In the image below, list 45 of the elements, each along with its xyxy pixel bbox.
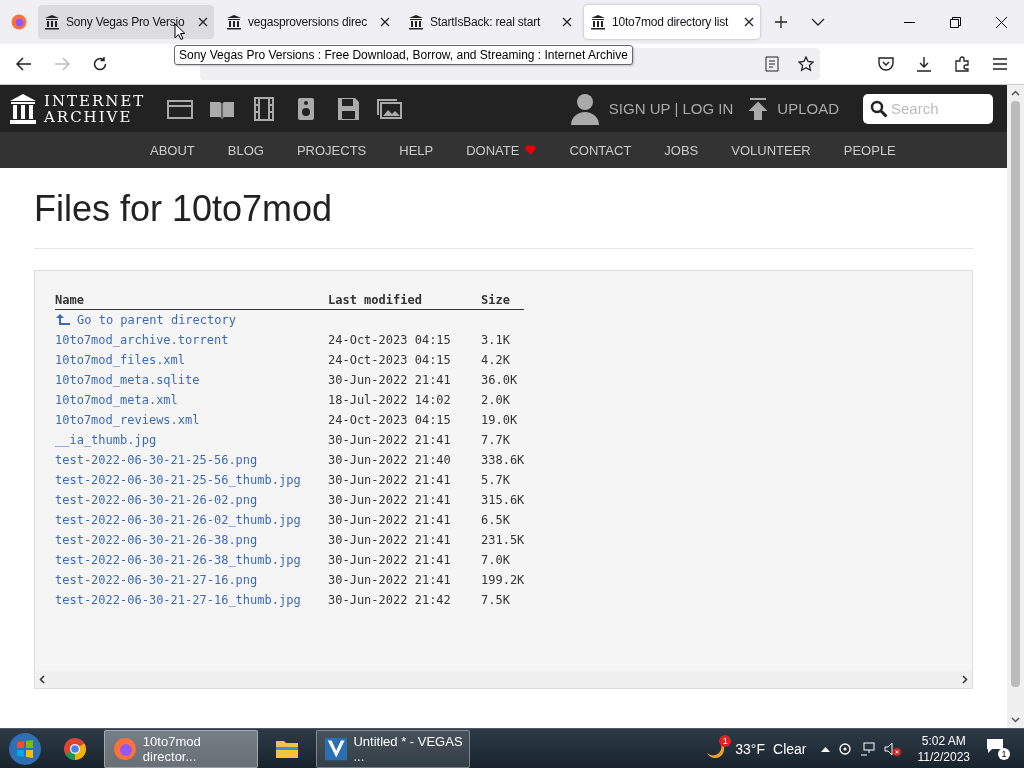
- modified-date: 24-Oct-2023 04:15: [328, 413, 451, 427]
- file-size: 7.7K: [481, 433, 510, 447]
- page-title: Files for 10to7mod: [34, 168, 973, 249]
- tab-title: StartIsBack: real start: [430, 15, 542, 29]
- logo-text: INTERNET: [44, 92, 146, 109]
- tab-tooltip: Sony Vegas Pro Versions : Free Download, Borrow, and Streaming : Internet Archive: [174, 45, 633, 65]
- file-size: 5.7K: [481, 473, 510, 487]
- weather-badge: 1: [719, 734, 732, 747]
- modified-date: 30-Jun-2022 21:41: [328, 473, 451, 487]
- file-size: 315.6K: [481, 493, 525, 507]
- column-header: Size: [481, 293, 510, 307]
- modified-date: 30-Jun-2022 21:41: [328, 373, 451, 387]
- modified-date: 30-Jun-2022 21:41: [328, 553, 451, 567]
- modified-date: 24-Oct-2023 04:15: [328, 333, 451, 347]
- file-size: 2.0K: [481, 393, 510, 407]
- modified-date: 30-Jun-2022 21:41: [328, 513, 451, 527]
- tab-title: 10to7mod directory list: [612, 15, 730, 29]
- file-size: 7.0K: [481, 553, 510, 567]
- modified-date: 30-Jun-2022 21:42: [328, 593, 451, 607]
- weather-condition: Clear: [773, 740, 807, 757]
- file-size: 199.2K: [481, 573, 525, 587]
- file-size: 338.6K: [481, 453, 525, 467]
- modified-date: 30-Jun-2022 21:41: [328, 533, 451, 547]
- file-size: 19.0K: [481, 413, 518, 427]
- temperature: 33°F: [735, 740, 766, 757]
- modified-date: 30-Jun-2022 21:41: [328, 573, 451, 587]
- column-header: Name: [55, 293, 84, 307]
- clock-date: 11/2/2023: [917, 748, 970, 765]
- file-size: 4.2K: [481, 353, 510, 367]
- column-header: Last modified: [328, 293, 422, 307]
- tab-title: Sony Vegas Pro Versio: [66, 15, 186, 29]
- tab-title: vegasproversions direc: [248, 15, 368, 29]
- modified-date: 30-Jun-2022 21:40: [328, 453, 451, 467]
- modified-date: 30-Jun-2022 21:41: [328, 493, 451, 507]
- file-size: 231.5K: [481, 533, 525, 547]
- modified-date: 24-Oct-2023 04:15: [328, 353, 451, 367]
- file-size: 3.1K: [481, 333, 510, 347]
- clock-time: 5:02 AM: [921, 732, 966, 749]
- file-size: 36.0K: [481, 373, 518, 387]
- notification-count: 1: [998, 747, 1010, 760]
- modified-date: 30-Jun-2022 21:41: [328, 433, 451, 447]
- file-size: 6.5K: [481, 513, 510, 527]
- modified-date: 18-Jul-2022 14:02: [328, 393, 451, 407]
- file-size: 7.5K: [481, 593, 510, 607]
- logo-text: ARCHIVE: [44, 108, 134, 125]
